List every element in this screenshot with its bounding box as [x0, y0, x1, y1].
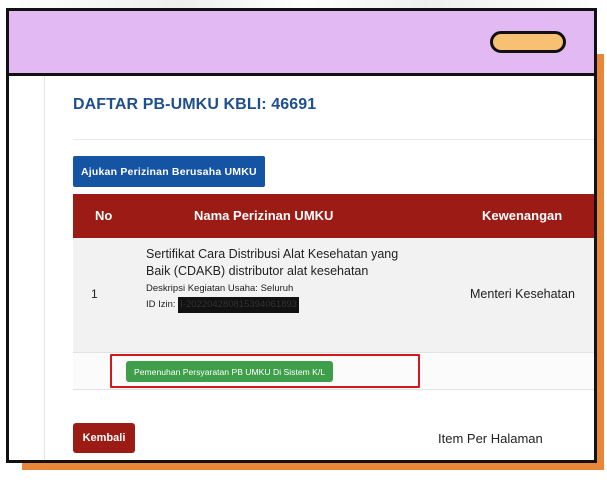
header-bar	[9, 11, 594, 76]
column-header-nama: Nama Perizinan UMKU	[194, 208, 334, 223]
table-action-row: Pemenuhan Persyaratan PB UMKU Di Sistem …	[73, 352, 594, 390]
pemenuhan-persyaratan-button[interactable]: Pemenuhan Persyaratan PB UMKU Di Sistem …	[126, 361, 334, 382]
pb-umku-table: No Nama Perizinan UMKU Kewenangan 1 Sert…	[73, 194, 594, 390]
top-fade-strip	[0, 0, 607, 8]
table-row: 1 Sertifikat Cara Distribusi Alat Keseha…	[73, 238, 594, 352]
main-content: DAFTAR PB-UMKU KBLI: 46691 Ajukan Perizi…	[44, 76, 594, 460]
permit-id-value: I-202204280815394061893	[178, 297, 299, 313]
title-divider	[73, 139, 594, 140]
items-per-page-label: Item Per Halaman	[438, 431, 543, 446]
permit-cell: Sertifikat Cara Distribusi Alat Kesehata…	[146, 246, 406, 313]
header-pill-button[interactable]	[490, 31, 566, 53]
app-window: DAFTAR PB-UMKU KBLI: 46691 Ajukan Perizi…	[6, 8, 597, 463]
column-header-no: No	[95, 208, 113, 223]
page-title: DAFTAR PB-UMKU KBLI: 46691	[73, 96, 317, 113]
permit-id: ID Izin: I-202204280815394061893	[146, 297, 406, 313]
ajukan-perizinan-button[interactable]: Ajukan Perizinan Berusaha UMKU	[73, 156, 265, 187]
column-header-kewenangan: Kewenangan	[482, 208, 563, 223]
row-number: 1	[91, 287, 98, 301]
kembali-button[interactable]: Kembali	[73, 423, 135, 453]
permit-description: Deskripsi Kegiatan Usaha: Seluruh	[146, 283, 294, 294]
authority-cell: Menteri Kesehatan	[470, 287, 575, 301]
table-header: No Nama Perizinan UMKU Kewenangan	[73, 194, 594, 238]
permit-name: Sertifikat Cara Distribusi Alat Kesehata…	[146, 247, 399, 278]
permit-id-label: ID Izin:	[146, 299, 179, 310]
